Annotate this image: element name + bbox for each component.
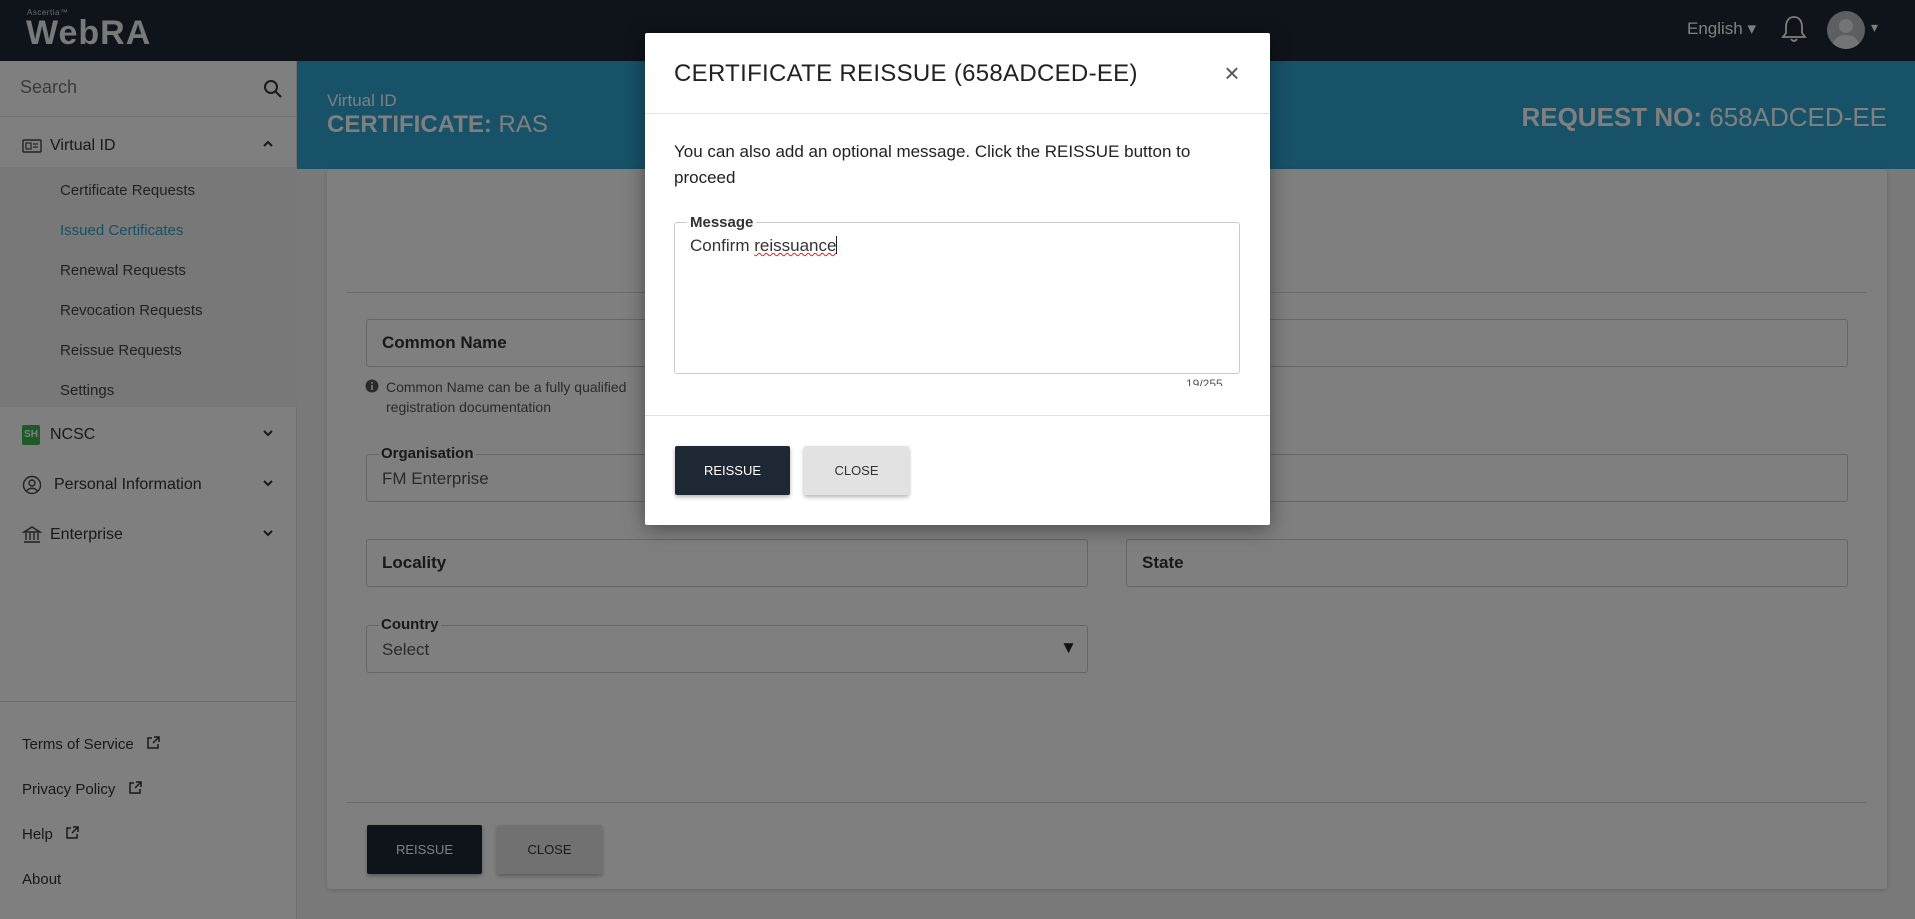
dialog-reissue-button[interactable]: REISSUE — [675, 446, 790, 495]
message-text: Confirm — [690, 236, 755, 255]
message-value: Confirm reissuance — [690, 236, 838, 256]
close-icon[interactable]: × — [1220, 60, 1244, 86]
dialog-close-button[interactable]: CLOSE — [804, 446, 909, 495]
message-textarea[interactable]: Message Confirm reissuance — [674, 214, 1240, 374]
message-label: Message — [687, 214, 757, 231]
dialog-divider — [645, 113, 1270, 114]
dialog-instructions: You can also add an optional message. Cl… — [674, 142, 1191, 187]
character-counter: 19/255 — [1186, 378, 1223, 386]
text-cursor — [836, 236, 838, 254]
message-misspelled-word: reissuance — [754, 236, 837, 255]
dialog-title: CERTIFICATE REISSUE (658ADCED-EE) — [674, 60, 1138, 87]
dialog-divider — [645, 415, 1270, 416]
certificate-reissue-dialog: CERTIFICATE REISSUE (658ADCED-EE) × You … — [645, 33, 1270, 525]
